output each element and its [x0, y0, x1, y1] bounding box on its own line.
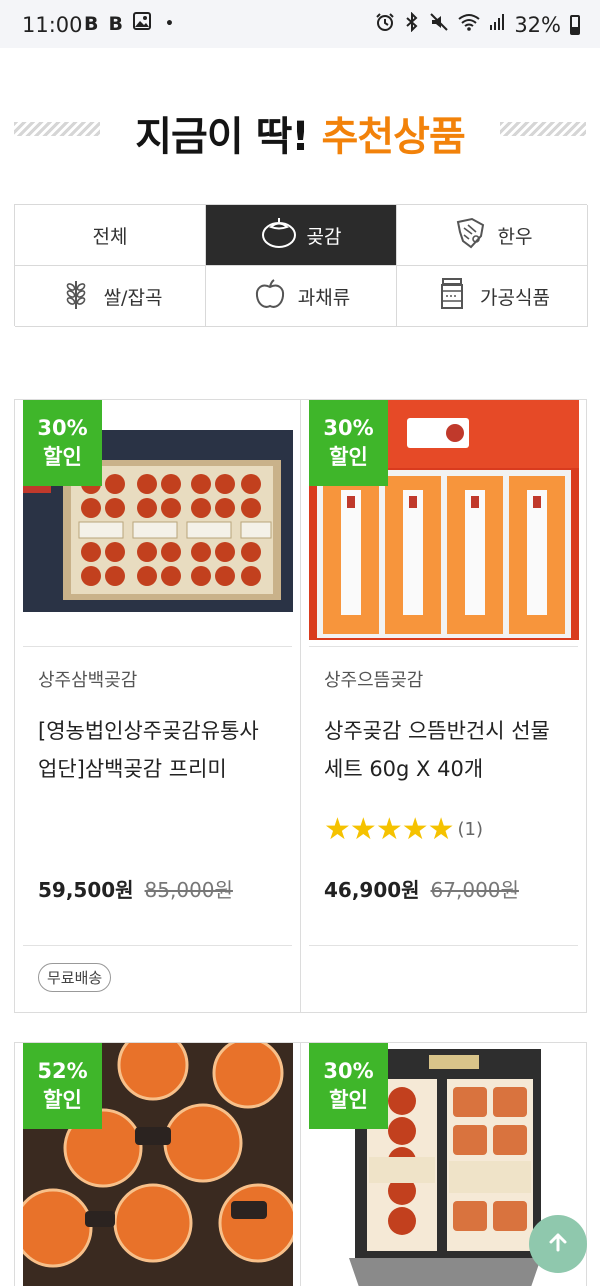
discount-badge: 30% 할인 [23, 400, 102, 486]
product-brand: 상주삼백곶감 [38, 670, 138, 691]
bluetooth-icon [404, 11, 420, 37]
section-title: 지금이 딱! 추천상품 [0, 104, 600, 162]
discount-percent: 30% [37, 416, 88, 440]
discount-label: 할인 [329, 1088, 368, 1112]
dot-icon: • [164, 15, 174, 32]
mute-icon [429, 12, 449, 37]
divider [309, 945, 578, 946]
sale-price: 59,500원 [38, 878, 134, 902]
scroll-top-button[interactable] [529, 1215, 587, 1273]
product-card[interactable]: 30% 할인 상주삼백곶감 [영농법인상주곶감유통사업단]삼백곶감 프리미 59… [14, 399, 301, 1013]
star-icon: ★ [427, 812, 455, 847]
divider [23, 646, 292, 647]
battery-percent: 32% [514, 12, 561, 37]
discount-label: 할인 [43, 1088, 82, 1112]
product-card[interactable]: 52% 할인 [14, 1042, 301, 1286]
alarm-icon [375, 12, 395, 37]
category-grid: 전체 곶감 한우 쌀/잡곡 과채류 가공식품 [14, 204, 588, 327]
section-title-highlight: 추천상품 [321, 114, 466, 160]
status-left-icons: B B • [84, 12, 174, 35]
discount-percent: 30% [323, 1059, 374, 1083]
grain-icon [58, 277, 94, 316]
star-icon: ★ [324, 812, 351, 847]
category-label: 한우 [497, 225, 533, 248]
b-notification-icon: B [108, 12, 123, 35]
discount-label: 할인 [43, 445, 82, 469]
product-price-row: 59,500원 85,000원 [38, 874, 233, 903]
free-shipping-tag: 무료배송 [38, 963, 112, 992]
star-icon: ★ [349, 812, 377, 847]
status-right-icons: 32% [375, 11, 580, 37]
rating-count: (1) [457, 819, 484, 840]
discount-percent: 30% [323, 416, 374, 440]
persimmon-icon [261, 216, 297, 255]
image-icon [132, 12, 151, 35]
original-price: 85,000원 [144, 878, 233, 902]
section-title-row: 지금이 딱! 추천상품 [0, 100, 600, 160]
jar-icon [434, 277, 470, 316]
category-dried-persimmon[interactable]: 곶감 [206, 205, 397, 266]
category-processed-food[interactable]: 가공식품 [397, 266, 588, 327]
divider [309, 646, 578, 647]
product-card[interactable]: 30% 할인 상주으뜸곶감 상주곶감 으뜸반건시 선물세트 60g X 40개 … [300, 399, 587, 1013]
wifi-icon [458, 13, 480, 36]
category-hanwoo[interactable]: 한우 [397, 205, 588, 266]
category-label: 곶감 [306, 225, 342, 248]
discount-badge: 30% 할인 [309, 400, 388, 486]
star-icon: ★ [401, 812, 429, 847]
status-bar: 11:00 B B • 32% [0, 0, 600, 48]
rating-stars: ★ ★ ★ ★ ★ (1) [324, 812, 483, 847]
discount-badge: 52% 할인 [23, 1043, 102, 1129]
product-brand: 상주으뜸곶감 [324, 670, 424, 691]
battery-icon [570, 14, 580, 35]
category-label: 쌀/잡곡 [103, 286, 163, 309]
category-label: 과채류 [297, 286, 351, 309]
section-title-main: 지금이 딱! [135, 114, 322, 160]
star-icon: ★ [375, 812, 403, 847]
category-rice-grain[interactable]: 쌀/잡곡 [15, 266, 206, 327]
apple-icon [252, 277, 288, 316]
beef-icon [452, 216, 488, 255]
original-price: 67,000원 [430, 878, 519, 902]
discount-badge: 30% 할인 [309, 1043, 388, 1129]
category-label: 전체 [92, 225, 128, 248]
status-time: 11:00 [22, 13, 83, 37]
divider [23, 945, 292, 946]
category-label: 가공식품 [480, 286, 550, 309]
discount-label: 할인 [329, 445, 368, 469]
sale-price: 46,900원 [324, 878, 420, 902]
category-all[interactable]: 전체 [15, 205, 206, 266]
signal-icon [489, 13, 505, 36]
arrow-up-icon [546, 1230, 570, 1258]
product-name[interactable]: [영농법인상주곶감유통사업단]삼백곶감 프리미 [38, 712, 278, 788]
product-price-row: 46,900원 67,000원 [324, 874, 519, 903]
b-notification-icon: B [84, 12, 99, 35]
category-fruit-veg[interactable]: 과채류 [206, 266, 397, 327]
discount-percent: 52% [37, 1059, 88, 1083]
product-name[interactable]: 상주곶감 으뜸반건시 선물세트 60g X 40개 [324, 712, 564, 788]
